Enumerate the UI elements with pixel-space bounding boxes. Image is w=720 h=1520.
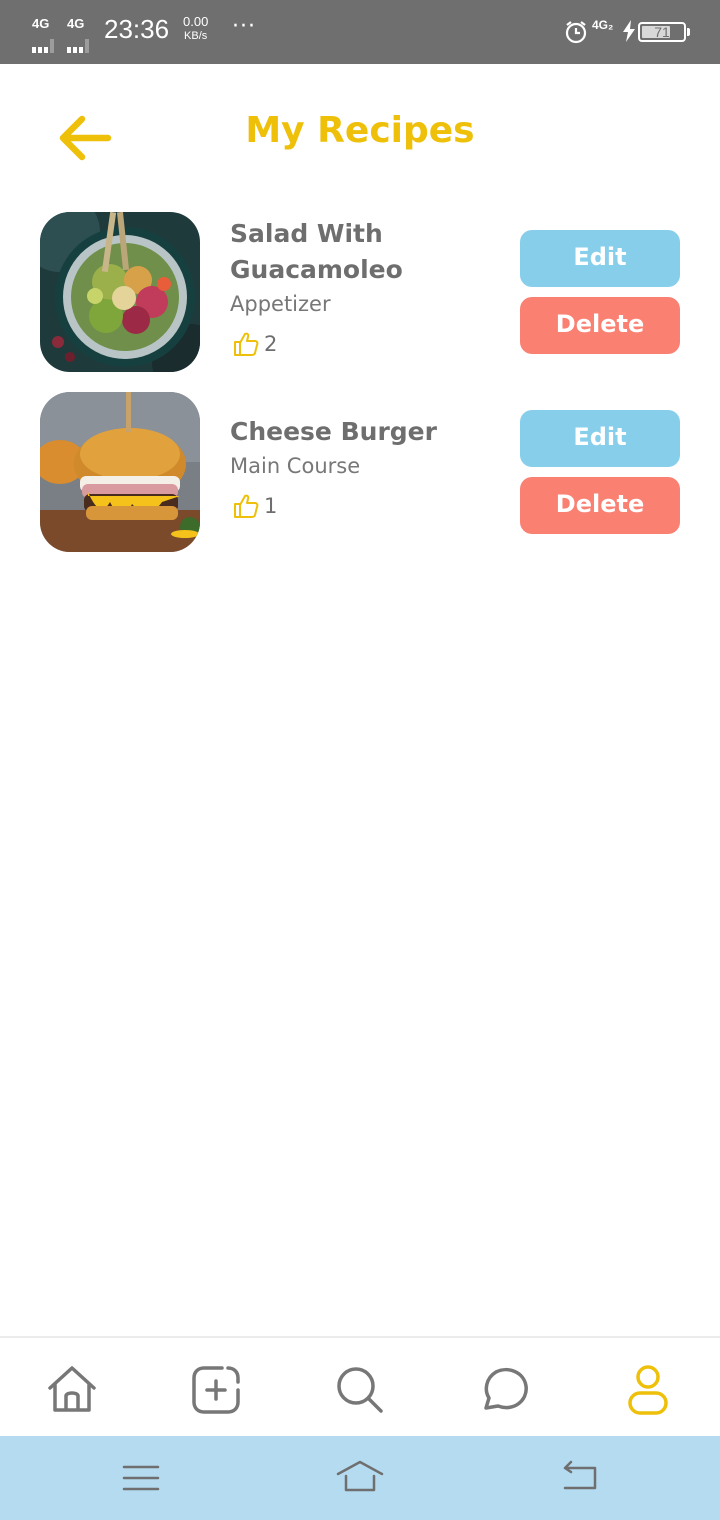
clock: 23:36: [104, 14, 170, 44]
likes[interactable]: 2: [232, 330, 277, 360]
speed-value: 0.00: [183, 14, 209, 29]
network-type: 4G: [67, 16, 85, 31]
battery-icon: 71: [638, 22, 690, 42]
page-title: My Recipes: [245, 110, 475, 151]
status-bar: 4G 4G 23:36 0.00 KB/s ··· 4G₂ 71: [0, 0, 720, 64]
system-home-button[interactable]: [335, 1456, 385, 1500]
profile-icon[interactable]: [620, 1362, 676, 1418]
recipe-image[interactable]: [40, 212, 200, 372]
battery-level: 71: [654, 24, 670, 40]
thumbs-up-icon[interactable]: [232, 330, 260, 358]
likes[interactable]: 1: [232, 492, 277, 522]
network-speed: 0.00 KB/s: [183, 15, 208, 43]
recipe-name[interactable]: Cheese Burger: [230, 414, 480, 450]
recipe-category: Appetizer: [230, 292, 331, 316]
system-back-button[interactable]: [553, 1456, 603, 1500]
recipe-card[interactable]: Salad With Guacamoleo Appetizer 2 Edit D…: [40, 212, 680, 372]
likes-count: 1: [264, 494, 278, 518]
tab-chat[interactable]: [476, 1362, 532, 1418]
back-icon[interactable]: [553, 1456, 603, 1500]
tab-home[interactable]: [44, 1362, 100, 1418]
home-icon[interactable]: [44, 1362, 100, 1418]
tab-search[interactable]: [332, 1362, 388, 1418]
charging-icon: [623, 20, 635, 42]
delete-button[interactable]: Delete: [520, 477, 680, 534]
recipe-image[interactable]: [40, 392, 200, 552]
network-type: 4G₂: [592, 18, 614, 32]
tab-profile[interactable]: [620, 1362, 676, 1418]
recipe-card[interactable]: Cheese Burger Main Course 1 Edit Delete: [40, 392, 680, 552]
edit-button[interactable]: Edit: [520, 410, 680, 467]
recipe-name[interactable]: Salad With Guacamoleo: [230, 216, 480, 288]
system-navigation-bar: [0, 1436, 720, 1520]
edit-button[interactable]: Edit: [520, 230, 680, 287]
network-type: 4G: [32, 16, 50, 31]
menu-icon[interactable]: [116, 1456, 166, 1500]
likes-count: 2: [264, 332, 278, 356]
add-icon[interactable]: [188, 1362, 244, 1418]
home-icon[interactable]: [335, 1456, 385, 1500]
search-icon[interactable]: [332, 1362, 388, 1418]
speed-unit: KB/s: [184, 30, 208, 42]
signal-icon: 4G: [32, 16, 62, 53]
chat-icon[interactable]: [476, 1362, 532, 1418]
alarm-icon: [565, 21, 587, 44]
signal-icon: 4G: [67, 16, 97, 53]
tab-add[interactable]: [188, 1362, 244, 1418]
bottom-tab-bar: [0, 1336, 720, 1436]
more-notifications-icon: ···: [232, 14, 256, 39]
system-menu-button[interactable]: [116, 1456, 166, 1500]
delete-button[interactable]: Delete: [520, 297, 680, 354]
thumbs-up-icon[interactable]: [232, 492, 260, 520]
recipe-category: Main Course: [230, 454, 361, 478]
